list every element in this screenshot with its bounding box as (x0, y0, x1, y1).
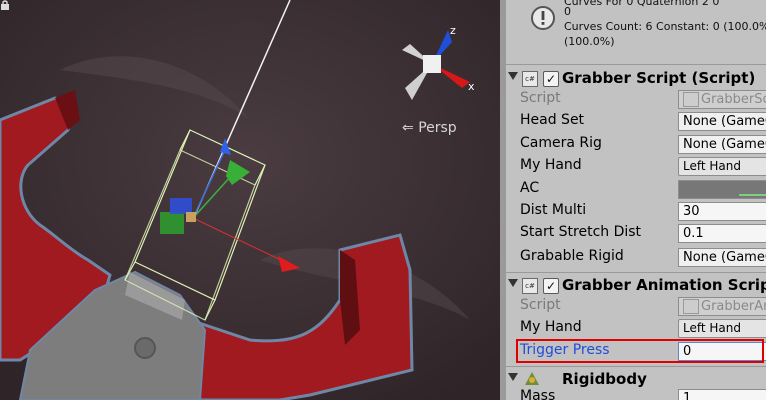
grabber-animation-script-header[interactable]: c# ✓ Grabber Animation Script (Script) (506, 274, 766, 298)
component-title: Grabber Script (Script) (562, 69, 756, 87)
script-label: Script (520, 90, 561, 106)
info-line-3: Curves Count: 6 Constant: 0 (100.0%) (564, 20, 766, 33)
script-asset-icon (683, 299, 699, 314)
info-line-4: (100.0%) (564, 35, 615, 48)
ac-label: AC (520, 180, 540, 196)
anim-script-label: Script (520, 297, 561, 313)
inspector-panel: Curves For 0 Quaternion 2 0 0 Curves Cou… (506, 0, 766, 400)
separator (506, 366, 766, 367)
fold-arrow-icon[interactable] (508, 279, 518, 287)
anim-script-field[interactable]: GrabberAnimationScript (678, 297, 766, 316)
rigidbody-icon (525, 372, 539, 385)
separator (506, 272, 766, 273)
camera-rig-field[interactable]: None (GameObject) (678, 135, 766, 154)
gizmo-z-label: z (450, 24, 456, 37)
grabber-script-enabled-checkbox[interactable]: ✓ (543, 71, 559, 87)
info-line-1: Curves For 0 Quaternion 2 0 (564, 0, 720, 8)
my-hand-dropdown[interactable]: Left Hand (678, 157, 766, 176)
info-box: Curves For 0 Quaternion 2 0 0 Curves Cou… (506, 0, 766, 58)
separator (506, 64, 766, 65)
grabable-rigid-field[interactable]: None (GameObject) (678, 248, 766, 267)
script-field[interactable]: GrabberScript (678, 90, 766, 109)
component-title: Rigidbody (562, 370, 647, 388)
persp-icon: ⇐ (402, 120, 414, 136)
scene-render: z x (0, 0, 500, 400)
script-asset-icon (683, 92, 699, 107)
mass-field[interactable]: 1 (678, 389, 766, 400)
lock-icon[interactable] (0, 0, 10, 10)
persp-label: Persp (418, 120, 457, 136)
view-mode-label[interactable]: ⇐ Persp (402, 120, 457, 136)
scene-view[interactable]: z x ⇐ Persp (0, 0, 500, 400)
fold-arrow-icon[interactable] (508, 373, 518, 381)
script-icon: c# (522, 278, 538, 294)
script-icon: c# (522, 71, 538, 87)
anim-my-hand-label: My Hand (520, 319, 582, 335)
grabable-rigid-label: Grabable Rigid (520, 248, 624, 264)
head-set-label: Head Set (520, 112, 585, 128)
anim-my-hand-dropdown[interactable]: Left Hand (678, 319, 766, 338)
head-set-field[interactable]: None (GameObject) (678, 112, 766, 131)
highlight-box (516, 339, 764, 363)
fold-arrow-icon[interactable] (508, 72, 518, 80)
dist-multi-field[interactable]: 30 (678, 202, 766, 221)
grabber-animation-enabled-checkbox[interactable]: ✓ (543, 278, 559, 294)
dist-multi-label: Dist Multi (520, 202, 587, 218)
my-hand-label: My Hand (520, 157, 582, 173)
start-stretch-dist-field[interactable]: 0.1 (678, 224, 766, 243)
ac-curve-field[interactable] (678, 180, 766, 199)
mass-label: Mass (520, 388, 556, 400)
info-line-2: 0 (564, 5, 571, 18)
camera-rig-label: Camera Rig (520, 135, 602, 151)
component-title: Grabber Animation Script (Script) (562, 276, 766, 294)
gizmo-x-label: x (468, 80, 475, 93)
info-icon (531, 6, 555, 30)
start-stretch-dist-label: Start Stretch Dist (520, 224, 642, 240)
grabber-script-header[interactable]: c# ✓ Grabber Script (Script) (506, 67, 766, 91)
